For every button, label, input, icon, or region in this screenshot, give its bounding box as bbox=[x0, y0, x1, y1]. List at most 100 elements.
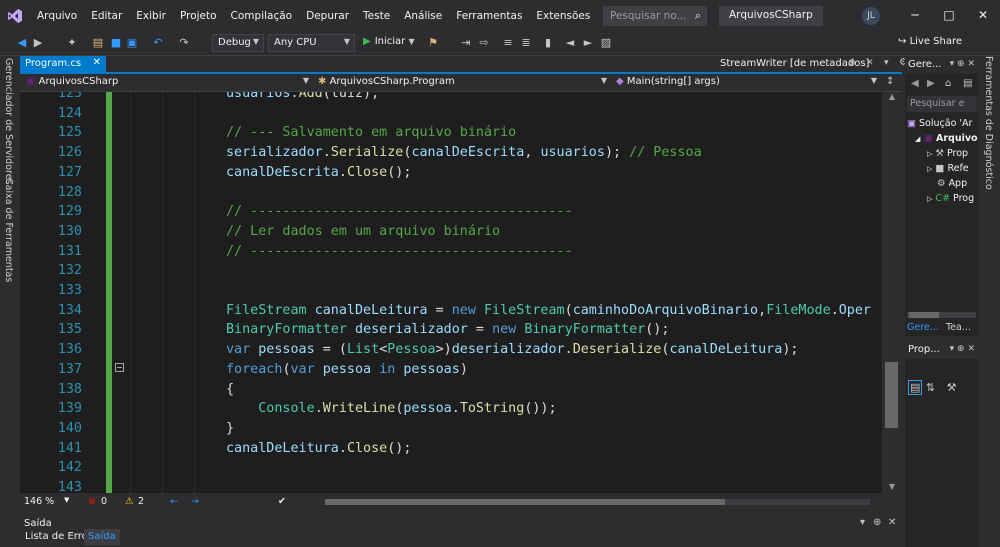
tree-item-solution[interactable]: ▣ Solução 'Ar bbox=[907, 118, 972, 129]
step-into-icon[interactable]: ⇥ bbox=[458, 35, 474, 51]
navigate-back-icon[interactable]: ◀ bbox=[14, 35, 30, 51]
back-icon[interactable]: ◀ bbox=[911, 78, 919, 89]
code-line[interactable]: 128 bbox=[20, 183, 882, 203]
code-line[interactable]: 136 var pessoas = (List<Pessoa>)deseriali… bbox=[20, 340, 882, 360]
scrollbar-thumb[interactable] bbox=[885, 362, 898, 428]
tab-overflow-icon[interactable]: ▾ bbox=[884, 58, 889, 68]
new-project-icon[interactable]: ✦ bbox=[64, 35, 80, 51]
code-editor[interactable]: 123 usuarios.Add(luiz); 124 125// --- Salva… bbox=[20, 92, 882, 493]
zoom-level[interactable]: 146 % bbox=[24, 496, 54, 507]
code-line[interactable]: 126 serializador.Serialize(canalDeEscrita… bbox=[20, 143, 882, 163]
tree-item-references[interactable]: ▷ ■ Refe bbox=[927, 163, 969, 174]
code-line[interactable]: 123 usuarios.Add(luiz); bbox=[20, 92, 882, 104]
code-line[interactable]: 133 bbox=[20, 281, 882, 301]
uncomment-lines-icon[interactable]: ≣ bbox=[518, 35, 534, 51]
tab-solution-explorer[interactable]: Gere... bbox=[907, 322, 939, 333]
menu-item-6[interactable]: Teste bbox=[356, 10, 397, 22]
maximize-icon[interactable]: □ bbox=[939, 5, 959, 25]
tree-item-project[interactable]: ◢ ▣ Arquivo bbox=[915, 133, 978, 144]
configuration-dropdown[interactable]: Debug ▼ bbox=[212, 34, 264, 52]
member-dropdown[interactable]: ◆ Main(string[] args) ▼ bbox=[612, 75, 880, 91]
diagnostic-tools-tab[interactable]: Ferramentas de Diagnóstico bbox=[983, 56, 994, 190]
open-file-icon[interactable]: ▤ bbox=[90, 35, 106, 51]
next-bookmark-icon[interactable]: ► bbox=[580, 35, 596, 51]
minimize-icon[interactable]: ─ bbox=[905, 5, 925, 25]
menu-item-9[interactable]: Extensões bbox=[529, 10, 597, 22]
menu-item-3[interactable]: Projeto bbox=[173, 10, 224, 22]
step-over-icon[interactable]: ⇨ bbox=[476, 35, 492, 51]
previous-bookmark-icon[interactable]: ◄ bbox=[562, 35, 578, 51]
pin-icon[interactable]: ⊕ bbox=[873, 517, 881, 528]
solution-horizontal-scrollbar[interactable] bbox=[907, 312, 976, 318]
home-icon[interactable]: ⌂ bbox=[945, 78, 951, 89]
scrollbar-thumb[interactable] bbox=[909, 312, 939, 318]
tree-item-program[interactable]: ▷ C# Prog bbox=[927, 193, 974, 204]
editor-vertical-scrollbar[interactable]: ▲ ▼ bbox=[882, 92, 902, 493]
code-line[interactable]: 141 canalDeLeitura.Close(); bbox=[20, 439, 882, 459]
code-line[interactable]: 139 Console.WriteLine(pessoa.ToString())… bbox=[20, 399, 882, 419]
switch-views-icon[interactable]: ▤ bbox=[963, 78, 972, 89]
collapse-arrow-icon[interactable]: ▷ bbox=[927, 165, 932, 173]
previous-issue-icon[interactable]: ← bbox=[170, 496, 178, 507]
menu-item-5[interactable]: Depurar bbox=[299, 10, 356, 22]
start-debugging-button[interactable]: ▶ Iniciar ▼ bbox=[360, 34, 418, 52]
code-line[interactable]: 129 // ----------------------------------… bbox=[20, 202, 882, 222]
code-line[interactable]: 143 bbox=[20, 478, 882, 493]
tree-item-app-config[interactable]: ⚙ App bbox=[937, 178, 967, 189]
code-line[interactable]: 124 bbox=[20, 104, 882, 124]
tab-team-explorer[interactable]: Tea... bbox=[946, 322, 971, 333]
project-dropdown[interactable]: ▣ ArquivosCSharp ▼ bbox=[22, 75, 312, 91]
code-line[interactable]: 132 bbox=[20, 261, 882, 281]
solution-search-input[interactable]: Pesquisar e bbox=[907, 96, 977, 112]
scrollbar-thumb[interactable] bbox=[325, 499, 725, 505]
code-line[interactable]: 130 // Ler dados em um arquivo binário bbox=[20, 222, 882, 242]
code-line[interactable]: 131 // ----------------------------------… bbox=[20, 242, 882, 262]
scroll-down-icon[interactable]: ▼ bbox=[882, 482, 902, 491]
code-line[interactable]: 140} bbox=[20, 419, 882, 439]
close-panel-icon[interactable]: ✕ bbox=[888, 517, 896, 528]
menu-item-8[interactable]: Ferramentas bbox=[449, 10, 529, 22]
bookmark-icon[interactable]: ▮ bbox=[540, 35, 556, 51]
alphabetical-icon[interactable]: ⇅ bbox=[926, 381, 935, 394]
categorized-icon[interactable]: ▤ bbox=[908, 380, 923, 395]
publish-icon[interactable]: ⚑ bbox=[425, 35, 441, 51]
live-share-button[interactable]: ↪ Live Share bbox=[898, 36, 962, 47]
editor-horizontal-scrollbar[interactable] bbox=[325, 499, 870, 505]
tab-program-cs[interactable]: Program.cs ✕ bbox=[20, 56, 106, 74]
save-icon[interactable]: ■ bbox=[108, 35, 124, 51]
code-line[interactable]: 142 bbox=[20, 458, 882, 478]
code-line[interactable]: 137 foreach(var pessoa in pessoas) bbox=[20, 360, 882, 380]
split-window-icon[interactable]: ↕ bbox=[886, 76, 894, 87]
menu-item-4[interactable]: Compilação bbox=[224, 10, 300, 22]
collapse-arrow-icon[interactable]: ▷ bbox=[927, 195, 932, 203]
close-tab-icon[interactable]: ✕ bbox=[93, 57, 101, 68]
close-preview-tab-icon[interactable]: ✕ bbox=[866, 58, 874, 68]
search-icon[interactable]: ⌕ bbox=[695, 9, 701, 23]
toolbox-tab[interactable]: Caixa de Ferramentas bbox=[3, 178, 14, 282]
type-dropdown[interactable]: ✱ ArquivosCSharp.Program ▼ bbox=[314, 75, 610, 91]
chevron-down-icon[interactable]: ▼ bbox=[64, 496, 69, 504]
code-line[interactable]: 138 { bbox=[20, 380, 882, 400]
tab-output[interactable]: Saída bbox=[84, 529, 120, 545]
search-input[interactable]: Pesquisar no... ⌕ bbox=[603, 6, 707, 26]
server-explorer-tab[interactable]: Gerenciador de Servidores bbox=[3, 58, 14, 185]
panel-controls[interactable]: ▾ ⊕ ✕ bbox=[950, 344, 975, 354]
code-line[interactable]: 125 // --- Salvamento em arquivo binário bbox=[20, 123, 882, 143]
redo-icon[interactable]: ↷ bbox=[176, 35, 192, 51]
warning-count[interactable]: 2 bbox=[138, 496, 144, 507]
error-count[interactable]: 0 bbox=[101, 496, 107, 507]
property-pages-icon[interactable]: ⚒ bbox=[947, 381, 957, 394]
pin-icon[interactable]: ⊕ bbox=[848, 58, 856, 68]
visual-studio-logo-icon[interactable] bbox=[0, 0, 30, 31]
user-avatar[interactable]: JL bbox=[862, 7, 880, 25]
navigate-forward-icon[interactable]: ▶ bbox=[30, 35, 46, 51]
platform-dropdown[interactable]: Any CPU ▼ bbox=[268, 34, 355, 52]
scroll-up-icon[interactable]: ▲ bbox=[882, 92, 902, 101]
undo-icon[interactable]: ↶ bbox=[150, 35, 166, 51]
comment-lines-icon[interactable]: ≡ bbox=[500, 35, 516, 51]
panel-menu-icon[interactable]: ▾ bbox=[860, 517, 865, 528]
close-window-icon[interactable]: ✕ bbox=[973, 5, 993, 25]
panel-controls[interactable]: ▾ ⊕ ✕ bbox=[950, 59, 975, 69]
save-all-icon[interactable]: ▣ bbox=[124, 35, 140, 51]
menu-item-0[interactable]: Arquivo bbox=[30, 10, 84, 22]
